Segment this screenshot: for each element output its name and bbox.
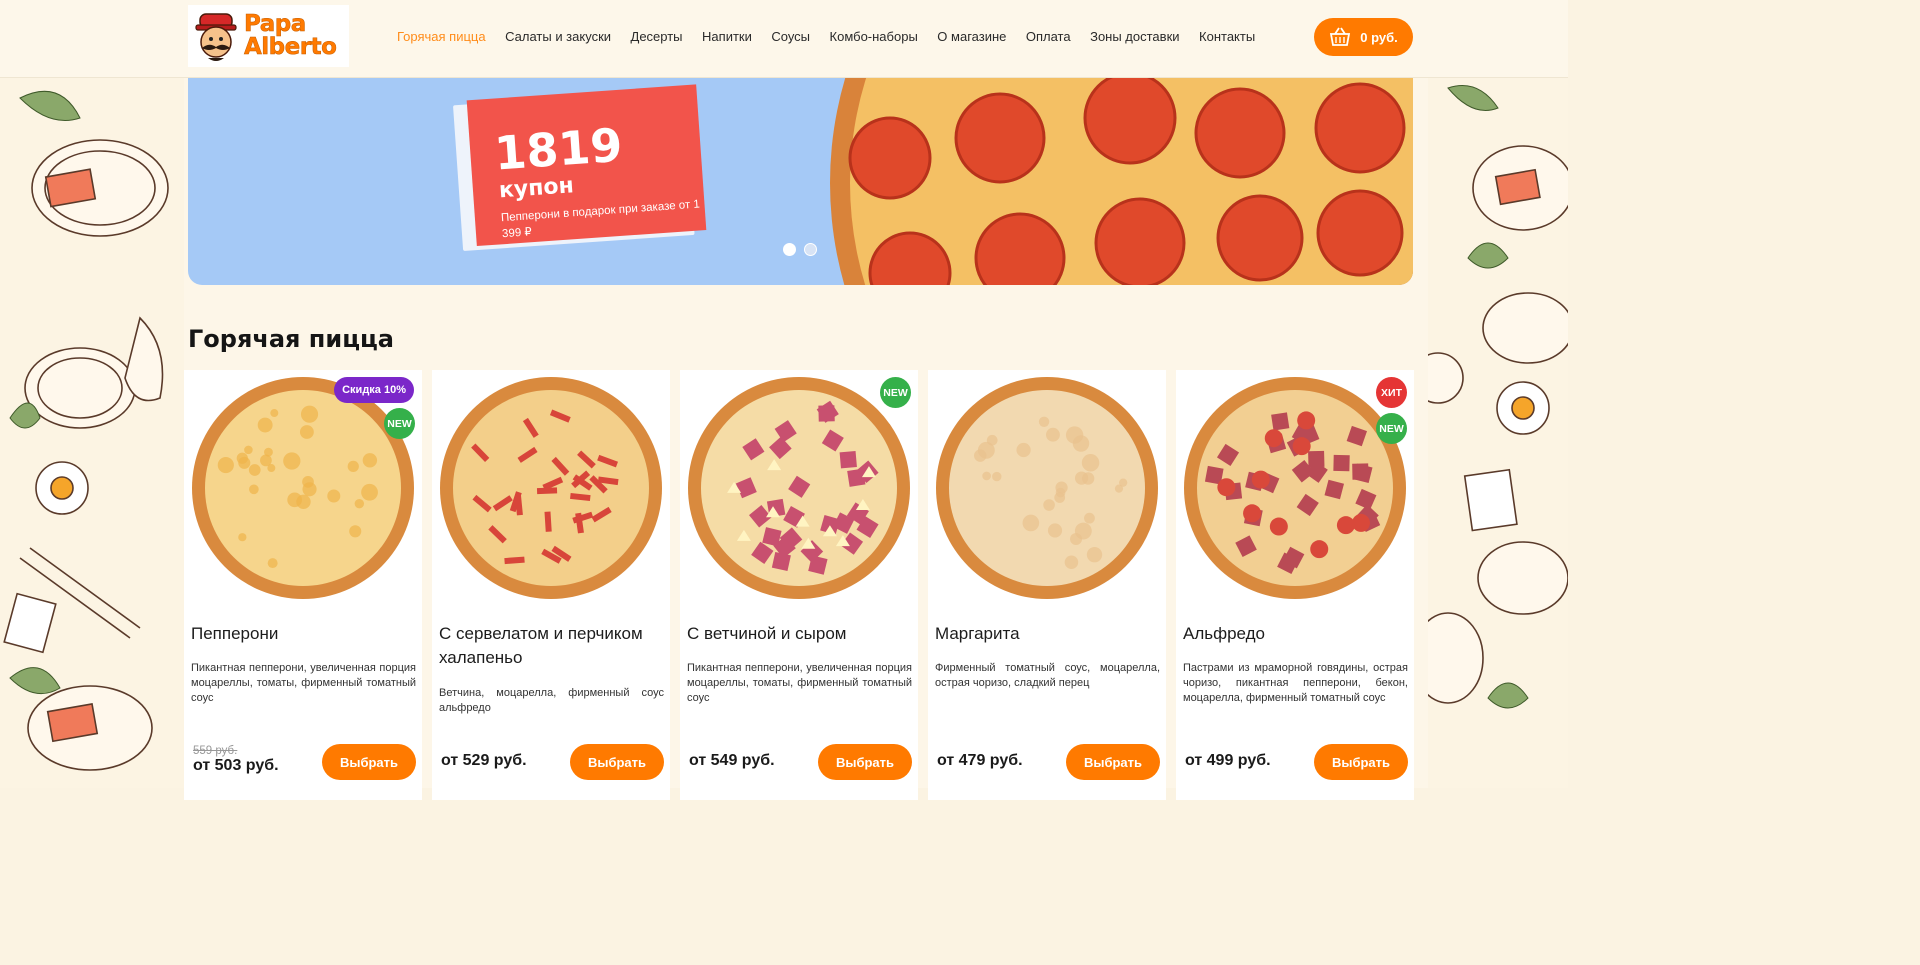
pizza-image <box>440 377 662 599</box>
product-name[interactable]: Маргарита <box>935 622 1163 646</box>
select-button[interactable]: Выбрать <box>1066 744 1160 780</box>
pizza-image <box>688 377 910 599</box>
product-card[interactable]: NEW С ветчиной и сыром Пикантная пепперони… <box>680 370 918 800</box>
badge-new: NEW <box>880 377 911 408</box>
coupon-card: 1819 купон Пепперони в подарок при заказ… <box>452 78 707 252</box>
logo-text: Papa Alberto <box>244 11 337 60</box>
select-button[interactable]: Выбрать <box>570 744 664 780</box>
logo[interactable]: Papa Alberto <box>188 5 349 67</box>
nav-item-about[interactable]: О магазине <box>937 29 1006 44</box>
product-name[interactable]: Пепперони <box>191 622 419 646</box>
product-price: от 549 руб. <box>689 752 775 769</box>
product-description: Ветчина, моцарелла, фирменный соус альфр… <box>439 687 664 714</box>
shopping-basket-icon <box>1330 27 1351 46</box>
select-button[interactable]: Выбрать <box>1314 744 1408 780</box>
nav-item-delivery-zones[interactable]: Зоны доставки <box>1090 29 1179 44</box>
product-card[interactable]: ХИТ NEW Альфредо Пастрами из мраморной говя… <box>1176 370 1414 800</box>
pizza-image <box>1184 377 1406 599</box>
badge-discount: Скидка 10% <box>334 377 414 403</box>
product-price: от 503 руб. <box>193 757 279 774</box>
promo-banner[interactable]: 1819 купон Пепперони в подарок при заказ… <box>188 78 1413 285</box>
pizza-image <box>192 377 414 599</box>
cart-button[interactable]: 0 руб. <box>1314 18 1413 56</box>
nav-item-salads[interactable]: Салаты и закуски <box>505 29 611 44</box>
product-card[interactable]: Скидка 10% NEW Пепперони Пикантная пепперон… <box>184 370 422 800</box>
product-price: от 499 руб. <box>1185 752 1271 769</box>
badge-new: NEW <box>1376 413 1407 444</box>
section-title: Горячая пицца <box>188 325 394 353</box>
nav-item-hot-pizza[interactable]: Горячая пицца <box>397 29 486 44</box>
product-price: от 529 руб. <box>441 752 527 769</box>
badge-new: NEW <box>384 408 415 439</box>
main-navigation: Горячая пицца Салаты и закуски Десерты Н… <box>397 0 1275 72</box>
nav-item-combo[interactable]: Комбо-наборы <box>830 29 918 44</box>
product-name[interactable]: Альфредо <box>1183 622 1411 646</box>
cart-total: 0 руб. <box>1360 29 1398 45</box>
pepperoni-pizza-image <box>830 78 1413 285</box>
coupon-word: купон <box>498 173 575 204</box>
nav-item-payment[interactable]: Оплата <box>1026 29 1071 44</box>
old-price: 559 руб. <box>193 745 238 757</box>
product-grid: Скидка 10% NEW Пепперони Пикантная пепперон… <box>184 370 1414 800</box>
product-description: Пикантная пепперони, увеличенная порция … <box>191 662 416 704</box>
product-name[interactable]: С ветчиной и сыром <box>687 622 915 646</box>
nav-item-desserts[interactable]: Десерты <box>631 29 683 44</box>
coupon-number: 1819 <box>492 117 625 181</box>
decorative-food-pattern-right <box>1428 78 1568 788</box>
slider-dots <box>783 243 817 256</box>
chef-mascot-icon <box>195 13 237 61</box>
slider-dot-2[interactable] <box>804 243 817 256</box>
product-description: Пастрами из мраморной говядины, острая ч… <box>1183 662 1408 704</box>
select-button[interactable]: Выбрать <box>322 744 416 780</box>
product-price: от 479 руб. <box>937 752 1023 769</box>
nav-item-drinks[interactable]: Напитки <box>702 29 752 44</box>
product-card[interactable]: С сервелатом и перчиком халапеньо Ветчина… <box>432 370 670 800</box>
nav-item-contacts[interactable]: Контакты <box>1199 29 1255 44</box>
pizza-image <box>936 377 1158 599</box>
badge-hit: ХИТ <box>1376 377 1407 408</box>
nav-item-sauces[interactable]: Соусы <box>771 29 810 44</box>
site-header: Papa Alberto Горячая пицца Салаты и заку… <box>0 0 1568 78</box>
decorative-food-pattern-left <box>0 78 190 788</box>
product-description: Фирменный томатный соус, моцарелла, остр… <box>935 662 1160 689</box>
select-button[interactable]: Выбрать <box>818 744 912 780</box>
slider-dot-1[interactable] <box>783 243 796 256</box>
product-description: Пикантная пепперони, увеличенная порция … <box>687 662 912 704</box>
product-card[interactable]: Маргарита Фирменный томатный соус, моцаре… <box>928 370 1166 800</box>
product-name[interactable]: С сервелатом и перчиком халапеньо <box>439 622 667 670</box>
